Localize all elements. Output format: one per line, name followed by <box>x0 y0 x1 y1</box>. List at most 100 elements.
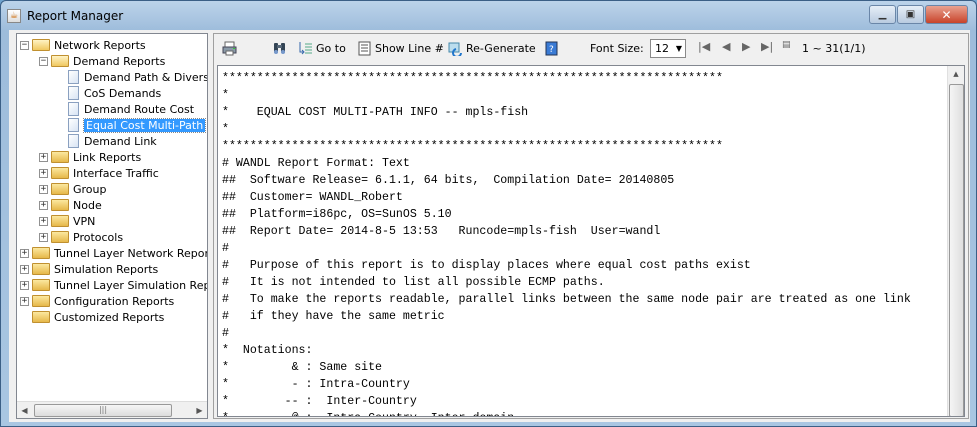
expand-icon[interactable]: + <box>39 184 48 194</box>
tree-node-label: Tunnel Layer Network Reports <box>54 246 208 260</box>
tree-node[interactable]: Demand Path & Diversi <box>47 69 207 85</box>
tree-node[interactable]: + Simulation Reports <box>20 261 158 277</box>
goto-button[interactable]: Go to <box>298 40 346 56</box>
report-text-area[interactable]: ****************************************… <box>217 65 965 417</box>
tree-node-label: Link Reports <box>73 150 142 164</box>
document-icon <box>68 70 79 84</box>
goto-line-icon <box>299 41 312 54</box>
goto-label: Go to <box>316 41 346 55</box>
report-line: * & : Same site <box>222 361 383 374</box>
regenerate-label: Re-Generate <box>466 41 536 55</box>
tree-node[interactable]: − Demand Reports <box>39 53 165 69</box>
tree-node[interactable]: + VPN <box>39 213 95 229</box>
tree-node[interactable]: + Protocols <box>39 229 123 245</box>
folder-icon <box>32 263 50 275</box>
maximize-button[interactable]: ▣ <box>897 5 924 24</box>
minimize-button[interactable]: ▁ <box>869 5 896 24</box>
tree-node[interactable]: + Interface Traffic <box>39 165 159 181</box>
folder-open-icon <box>32 39 50 51</box>
collapse-icon[interactable]: − <box>20 40 29 50</box>
previous-page-icon[interactable]: ◀ <box>722 40 730 53</box>
report-line: ****************************************… <box>222 72 723 85</box>
tree-node-label: CoS Demands <box>84 86 162 100</box>
folder-icon <box>51 167 69 179</box>
tree-node[interactable]: + Node <box>39 197 102 213</box>
tree-node[interactable]: + Tunnel Layer Network Reports <box>20 245 208 261</box>
tree-node-label: Demand Reports <box>73 54 166 68</box>
chevron-down-icon: ▼ <box>675 44 682 53</box>
collapse-icon[interactable]: − <box>39 56 48 66</box>
close-button[interactable]: ✕ <box>925 5 968 24</box>
expand-icon[interactable]: + <box>20 264 29 274</box>
scroll-thumb[interactable] <box>949 84 964 416</box>
find-button[interactable] <box>272 40 287 56</box>
tree-node[interactable]: + Tunnel Layer Simulation Report <box>20 277 207 293</box>
scroll-up-icon[interactable]: ▲ <box>948 66 964 83</box>
title-bar: ☕ Report Manager <box>7 6 123 26</box>
tree-node[interactable]: CoS Demands <box>47 85 161 101</box>
report-tree[interactable]: ◀ ||| ▶ − Network Reports − Demand Reports D… <box>16 33 208 419</box>
scroll-left-icon[interactable]: ◀ <box>17 404 32 417</box>
last-page-icon[interactable]: ▶| <box>761 40 773 53</box>
report-line: ## Software Release= 6.1.1, 64 bits, Com… <box>222 174 675 187</box>
folder-open-icon <box>51 55 69 67</box>
show-line-number-button[interactable]: Show Line # <box>357 40 444 56</box>
page-select-icon[interactable]: ▤ <box>782 40 791 50</box>
report-panel: Go to Show Line # Re-Generate ? Font Siz… <box>213 33 969 419</box>
tree-node[interactable]: + Link Reports <box>39 149 141 165</box>
scroll-thumb[interactable]: ||| <box>34 404 172 417</box>
scroll-right-icon[interactable]: ▶ <box>192 404 207 417</box>
vertical-scrollbar[interactable]: ▲ <box>947 66 964 416</box>
report-line: ## Customer= WANDL_Robert <box>222 191 403 204</box>
help-button[interactable]: ? <box>544 40 559 56</box>
expand-icon[interactable]: + <box>39 200 48 210</box>
tree-node-label: Demand Link <box>84 134 157 148</box>
first-page-icon[interactable]: |◀ <box>698 40 710 53</box>
tree-node-label: VPN <box>73 214 96 228</box>
document-icon <box>68 134 79 148</box>
show-line-label: Show Line # <box>375 41 444 55</box>
print-button[interactable] <box>222 40 237 56</box>
help-book-icon: ? <box>545 41 558 55</box>
expand-icon[interactable]: + <box>39 168 48 178</box>
document-icon <box>68 86 79 100</box>
tree-node-label: Interface Traffic <box>73 166 159 180</box>
tree-node[interactable]: + Group <box>39 181 107 197</box>
regenerate-icon <box>448 42 462 56</box>
expand-icon[interactable]: + <box>39 216 48 226</box>
font-size-label: Font Size: <box>590 41 644 55</box>
expand-icon[interactable]: + <box>39 232 48 242</box>
report-line: * <box>222 89 229 102</box>
expand-icon[interactable]: + <box>20 280 29 290</box>
report-content: ****************************************… <box>222 70 911 416</box>
tree-node[interactable]: − Network Reports <box>20 37 146 53</box>
tree-node[interactable]: Customized Reports <box>20 309 164 325</box>
report-line: * <box>222 123 229 136</box>
expand-icon[interactable]: + <box>20 296 29 306</box>
page-range: 1 ~ 31(1/1) <box>802 41 866 55</box>
next-page-icon[interactable]: ▶ <box>742 40 750 53</box>
printer-icon <box>222 41 237 55</box>
folder-icon <box>51 183 69 195</box>
tree-horizontal-scrollbar[interactable]: ◀ ||| ▶ <box>17 401 207 418</box>
regenerate-button[interactable]: Re-Generate <box>448 40 536 56</box>
folder-icon <box>32 279 50 291</box>
tree-node-label: Tunnel Layer Simulation Report <box>54 278 207 292</box>
document-icon <box>68 102 79 116</box>
report-line: ## Platform=i86pc, OS=SunOS 5.10 <box>222 208 452 221</box>
report-line: # <box>222 242 229 255</box>
tree-node[interactable]: Demand Link <box>47 133 157 149</box>
tree-node[interactable]: Equal Cost Multi-Path <box>47 117 207 133</box>
tree-node[interactable]: + Configuration Reports <box>20 293 174 309</box>
expand-icon[interactable]: + <box>39 152 48 162</box>
font-size-select[interactable]: 12 ▼ <box>650 39 686 58</box>
folder-icon <box>32 247 50 259</box>
binoculars-icon <box>274 42 285 54</box>
report-line: # if they have the same metric <box>222 310 445 323</box>
report-line: * Notations: <box>222 344 313 357</box>
report-line: * @ : Intra-Country Inter-domain <box>222 410 911 416</box>
folder-icon <box>32 311 50 323</box>
tree-node-label: Group <box>73 182 107 196</box>
tree-node[interactable]: Demand Route Cost <box>47 101 194 117</box>
expand-icon[interactable]: + <box>20 248 29 258</box>
